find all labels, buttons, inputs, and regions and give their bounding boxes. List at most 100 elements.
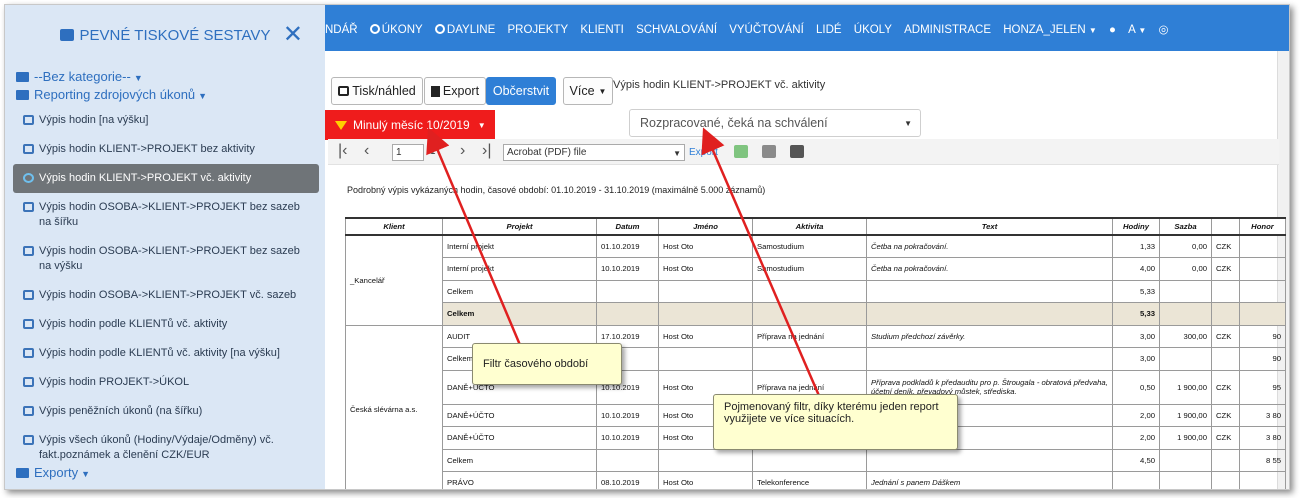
- cell: 3,00: [1112, 324, 1160, 348]
- nav-dayline[interactable]: DAYLINE: [434, 24, 495, 36]
- period-filter-label: Minulý měsíc 10/2019: [353, 118, 470, 132]
- period-callout: Filtr časového období: [472, 343, 622, 385]
- export-button[interactable]: Export: [424, 77, 486, 105]
- report-item[interactable]: Výpis všech úkonů (Hodiny/Výdaje/Odměny)…: [13, 426, 319, 470]
- nav-kalendar[interactable]: NDÁŘ: [325, 24, 358, 36]
- printer-icon: [23, 377, 34, 387]
- named-filter-callout: Pojmenovaný filtr, díky kterému jeden re…: [713, 394, 958, 450]
- cell: PRÁVO: [442, 471, 597, 489]
- report-item[interactable]: Výpis hodin podle KLIENTů vč. aktivity: [13, 310, 319, 339]
- report-item[interactable]: Výpis hodin OSOBA->KLIENT->PROJEKT bez s…: [13, 237, 319, 281]
- caret-down-icon: ▼: [1138, 26, 1147, 35]
- caret-down-icon: ▼: [133, 73, 143, 83]
- report-item[interactable]: Výpis hodin podle KLIENTů vč. aktivity […: [13, 339, 319, 368]
- printer-icon: [23, 348, 34, 358]
- caret-down-icon: ▼: [477, 120, 486, 130]
- prev-page-icon[interactable]: ‹: [364, 143, 369, 159]
- nav-ukony[interactable]: ÚKONY: [369, 24, 423, 36]
- next-page-icon[interactable]: ›: [460, 143, 465, 159]
- report-item[interactable]: Výpis hodin PROJEKT->ÚKOL: [13, 368, 319, 397]
- refresh-button[interactable]: Občerstvit: [486, 77, 556, 105]
- folder-icon: [16, 90, 29, 100]
- more-label: Více: [569, 84, 595, 98]
- report-item[interactable]: Výpis hodin KLIENT->PROJEKT bez aktivity: [13, 135, 319, 164]
- refresh-icon[interactable]: [734, 145, 748, 158]
- caret-down-icon: ▼: [1088, 26, 1097, 35]
- column-header: Honor: [1239, 217, 1286, 236]
- report-item[interactable]: Výpis hodin [na výšku]: [13, 106, 319, 135]
- cell: Telekonference: [752, 471, 867, 489]
- column-header: Text: [866, 217, 1113, 236]
- close-icon[interactable]: ✕: [283, 23, 303, 47]
- cell: 300,00: [1159, 324, 1212, 348]
- cell: CZK: [1211, 426, 1240, 450]
- cell: 8 55: [1239, 448, 1286, 472]
- nav-user-menu[interactable]: HONZA_JELEN ▼: [1003, 24, 1097, 36]
- cell: [1239, 234, 1286, 258]
- top-navbar: NDÁŘ ÚKONY DAYLINE PROJEKTY KLIENTI SCHV…: [325, 5, 1289, 51]
- report-label: Výpis hodin OSOBA->KLIENT->PROJEKT bez s…: [39, 201, 300, 228]
- cell: 08.10.2019: [596, 471, 659, 489]
- cell: 1 900,00: [1159, 403, 1212, 427]
- column-header: Klient: [345, 217, 443, 236]
- column-header: Sazba: [1159, 217, 1212, 236]
- report-item[interactable]: Výpis hodin OSOBA->KLIENT->PROJEKT bez s…: [13, 193, 319, 237]
- last-page-icon[interactable]: ›|: [482, 143, 491, 159]
- table-total-row: Celkem 5,33: [346, 302, 1286, 326]
- nav-lide[interactable]: LIDÉ: [816, 24, 842, 36]
- printer-icon: [23, 435, 34, 445]
- cell: 4,50: [1112, 448, 1160, 472]
- report-label: Výpis všech úkonů (Hodiny/Výdaje/Odměny)…: [39, 434, 274, 461]
- nav-administrace[interactable]: ADMINISTRACE: [904, 24, 991, 36]
- period-filter-button[interactable]: Minulý měsíc 10/2019 ▼: [325, 110, 495, 140]
- search-icon[interactable]: [762, 145, 776, 158]
- report-item[interactable]: Výpis peněžních úkonů (na šířku): [13, 397, 319, 426]
- print-preview-button[interactable]: Tisk/náhled: [331, 77, 423, 105]
- printer-icon[interactable]: [790, 145, 804, 158]
- nav-klienti[interactable]: KLIENTI: [580, 24, 623, 36]
- report-label: Výpis hodin podle KLIENTů vč. aktivity […: [39, 347, 280, 359]
- nav-schvalovani[interactable]: SCHVALOVÁNÍ: [636, 24, 717, 36]
- cell: DANĚ+ÚČTO: [442, 426, 597, 450]
- category-bez-kategorie[interactable]: --Bez kategorie-- ▼: [16, 69, 143, 84]
- table-row: Celkem 4,50 8 55: [346, 448, 1286, 472]
- report-label: Výpis hodin OSOBA->KLIENT->PROJEKT bez s…: [39, 245, 300, 272]
- nav-vyuctovani[interactable]: VYÚČTOVÁNÍ: [729, 24, 804, 36]
- cell: Příprava na jednání: [752, 324, 867, 348]
- nav-language[interactable]: A ▼: [1128, 24, 1146, 36]
- page-count: 1: [430, 146, 436, 157]
- cell: 10.10.2019: [596, 426, 659, 450]
- printer-icon: [23, 406, 34, 416]
- report-label: Výpis hodin podle KLIENTů vč. aktivity: [39, 318, 228, 330]
- category-reporting[interactable]: Reporting zdrojových úkonů ▼: [16, 87, 207, 102]
- more-button[interactable]: Více ▼: [563, 77, 613, 105]
- export-label: Export: [442, 84, 480, 98]
- cell: 01.10.2019: [596, 234, 659, 258]
- column-header: Hodiny: [1112, 217, 1160, 236]
- report-item-active[interactable]: Výpis hodin KLIENT->PROJEKT vč. aktivity: [13, 164, 319, 193]
- state-filter-select[interactable]: Rozpracované, čeká na schválení ▼: [629, 109, 921, 137]
- export-format-select[interactable]: Acrobat (PDF) file ▼: [503, 144, 685, 161]
- page-number-input[interactable]: 1: [392, 144, 424, 161]
- table-row: Interní projekt 10.10.2019 Host Oto Samo…: [346, 257, 1286, 281]
- clock-icon[interactable]: ●: [1109, 24, 1116, 36]
- report-item[interactable]: Výpis hodin OSOBA->KLIENT->PROJEKT vč. s…: [13, 281, 319, 310]
- nav-projekty[interactable]: PROJEKTY: [507, 24, 568, 36]
- nav-ukoly[interactable]: ÚKOLY: [854, 24, 892, 36]
- column-header: Projekt: [442, 217, 597, 236]
- first-page-icon[interactable]: |‹: [338, 143, 347, 159]
- cell: Host Oto: [658, 234, 753, 258]
- nav-label: ÚKONY: [381, 24, 423, 36]
- caret-down-icon: ▼: [198, 91, 208, 101]
- caret-down-icon: ▼: [904, 119, 912, 128]
- export-link[interactable]: Export: [689, 147, 718, 158]
- support-icon[interactable]: ◎: [1159, 22, 1169, 36]
- cell: 90: [1239, 324, 1286, 348]
- cell: DANĚ+ÚČTO: [442, 403, 597, 427]
- cell: 1 900,00: [1159, 426, 1212, 450]
- category-exporty[interactable]: Exporty ▼: [16, 465, 90, 480]
- caret-down-icon: ▼: [673, 149, 681, 158]
- printer-icon: [338, 86, 350, 96]
- print-label: Tisk/náhled: [352, 84, 416, 98]
- report-title: Výpis hodin KLIENT->PROJEKT vč. aktivity: [613, 79, 826, 91]
